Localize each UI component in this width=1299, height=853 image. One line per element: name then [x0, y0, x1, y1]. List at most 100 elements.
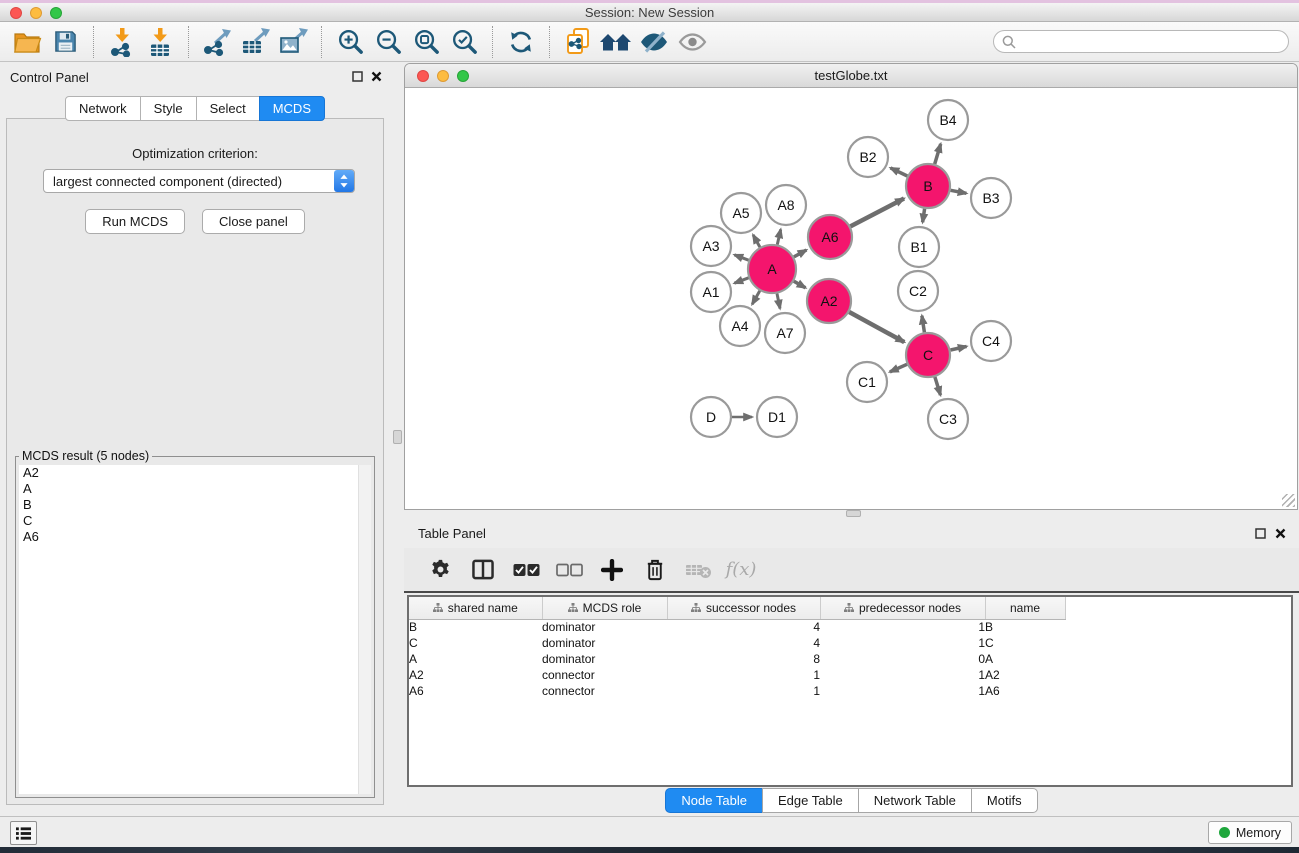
column-header-predecessor-nodes[interactable]: predecessor nodes	[820, 597, 985, 619]
float-table-panel-icon[interactable]	[1254, 527, 1267, 540]
apply-preferred-layout-icon[interactable]	[597, 24, 635, 60]
node-C2[interactable]: C2	[898, 271, 938, 311]
node-A2[interactable]: A2	[807, 279, 851, 323]
mcds-result-item[interactable]: B	[19, 497, 371, 513]
node-C[interactable]: C	[906, 333, 950, 377]
edge-A-A6[interactable]	[794, 250, 807, 257]
memory-button[interactable]: Memory	[1208, 821, 1292, 844]
edge-A2-C[interactable]	[849, 312, 904, 342]
table-row[interactable]: Cdominator41C	[409, 635, 1065, 651]
close-panel-icon[interactable]	[370, 70, 383, 83]
network-graph[interactable]: B4B2BB3A8A5A6A3B1AC2A1A2A4A7C4CC1C3DD1	[405, 88, 1297, 509]
tab-motifs[interactable]: Motifs	[971, 788, 1038, 813]
node-B1[interactable]: B1	[899, 227, 939, 267]
column-header-successor-nodes[interactable]: successor nodes	[667, 597, 820, 619]
table-row[interactable]: A2connector11A2	[409, 667, 1065, 683]
horizontal-split-handle[interactable]	[846, 510, 861, 517]
node-A5[interactable]: A5	[721, 193, 761, 233]
mcds-result-item[interactable]: C	[19, 513, 371, 529]
edge-A6-B[interactable]	[850, 199, 904, 227]
minimize-window-button[interactable]	[30, 7, 42, 19]
close-table-panel-icon[interactable]	[1274, 527, 1287, 540]
tab-style[interactable]: Style	[140, 96, 197, 121]
node-A3[interactable]: A3	[691, 226, 731, 266]
search-input[interactable]	[993, 30, 1289, 53]
close-panel-button[interactable]: Close panel	[202, 209, 305, 234]
mcds-result-item[interactable]: A6	[19, 529, 371, 545]
show-graphics-details-icon[interactable]	[673, 24, 711, 60]
network-canvas[interactable]: B4B2BB3A8A5A6A3B1AC2A1A2A4A7C4CC1C3DD1	[405, 88, 1297, 509]
edge-C-C4[interactable]	[951, 346, 967, 350]
export-network-icon[interactable]	[198, 24, 236, 60]
node-C3[interactable]: C3	[928, 399, 968, 439]
select-all-checks-icon[interactable]	[512, 555, 540, 585]
node-A8[interactable]: A8	[766, 185, 806, 225]
vertical-split-handle[interactable]	[393, 430, 402, 444]
node-C1[interactable]: C1	[847, 362, 887, 402]
clone-network-icon[interactable]	[559, 24, 597, 60]
edge-B-B3[interactable]	[951, 190, 967, 193]
edge-B-B2[interactable]	[891, 168, 908, 176]
edge-C-C3[interactable]	[935, 377, 941, 395]
zoom-out-icon[interactable]	[369, 24, 407, 60]
import-network-icon[interactable]	[103, 24, 141, 60]
deselect-all-checks-icon[interactable]	[555, 555, 583, 585]
node-B[interactable]: B	[906, 164, 950, 208]
tab-select[interactable]: Select	[196, 96, 260, 121]
mcds-result-item[interactable]: A	[19, 481, 371, 497]
edge-A-A8[interactable]	[777, 229, 780, 244]
column-header-shared-name[interactable]: shared name	[409, 597, 542, 619]
node-A6[interactable]: A6	[808, 215, 852, 259]
node-B3[interactable]: B3	[971, 178, 1011, 218]
export-table-icon[interactable]	[236, 24, 274, 60]
edge-A-A5[interactable]	[753, 235, 760, 247]
tab-network[interactable]: Network	[65, 96, 141, 121]
edge-B-B4[interactable]	[935, 144, 941, 164]
edge-A-A7[interactable]	[777, 294, 780, 309]
tab-edge-table[interactable]: Edge Table	[762, 788, 859, 813]
close-network-button[interactable]	[417, 70, 429, 82]
node-D1[interactable]: D1	[757, 397, 797, 437]
mcds-result-item[interactable]: A2	[19, 465, 371, 481]
node-C4[interactable]: C4	[971, 321, 1011, 361]
tab-network-table[interactable]: Network Table	[858, 788, 972, 813]
table-row[interactable]: Bdominator41B	[409, 619, 1065, 635]
node-B4[interactable]: B4	[928, 100, 968, 140]
zoom-fit-content-icon[interactable]	[407, 24, 445, 60]
zoom-selected-icon[interactable]	[445, 24, 483, 60]
node-A[interactable]: A	[748, 245, 796, 293]
edge-C-C1[interactable]	[890, 364, 907, 372]
zoom-in-icon[interactable]	[331, 24, 369, 60]
refresh-icon[interactable]	[502, 24, 540, 60]
zoom-window-button[interactable]	[50, 7, 62, 19]
edge-A-A1[interactable]	[734, 278, 748, 283]
run-mcds-button[interactable]: Run MCDS	[85, 209, 185, 234]
task-history-button[interactable]	[10, 821, 37, 845]
zoom-network-button[interactable]	[457, 70, 469, 82]
network-window-titlebar[interactable]: testGlobe.txt	[405, 64, 1297, 88]
minimize-network-button[interactable]	[437, 70, 449, 82]
edge-A-A4[interactable]	[752, 291, 760, 304]
node-A4[interactable]: A4	[720, 306, 760, 346]
float-panel-icon[interactable]	[351, 70, 364, 83]
edge-C-C2[interactable]	[922, 316, 925, 333]
import-table-icon[interactable]	[141, 24, 179, 60]
table-options-icon[interactable]	[426, 555, 454, 585]
column-header-name[interactable]: name	[985, 597, 1065, 619]
hide-graphics-details-icon[interactable]	[635, 24, 673, 60]
table-row[interactable]: Adominator80A	[409, 651, 1065, 667]
export-image-icon[interactable]	[274, 24, 312, 60]
edge-B-B1[interactable]	[923, 209, 925, 223]
node-D[interactable]: D	[691, 397, 731, 437]
table-row[interactable]: A6connector11A6	[409, 683, 1065, 699]
close-window-button[interactable]	[10, 7, 22, 19]
edge-A-A2[interactable]	[794, 281, 806, 288]
delete-columns-icon[interactable]	[641, 555, 669, 585]
create-new-column-icon[interactable]	[598, 555, 626, 585]
mcds-list-scrollbar[interactable]	[358, 465, 371, 794]
optimization-criterion-dropdown[interactable]: largest connected component (directed)	[43, 169, 355, 193]
show-column-icon[interactable]	[469, 555, 497, 585]
save-session-icon[interactable]	[46, 24, 84, 60]
tab-mcds[interactable]: MCDS	[259, 96, 325, 121]
node-A7[interactable]: A7	[765, 313, 805, 353]
